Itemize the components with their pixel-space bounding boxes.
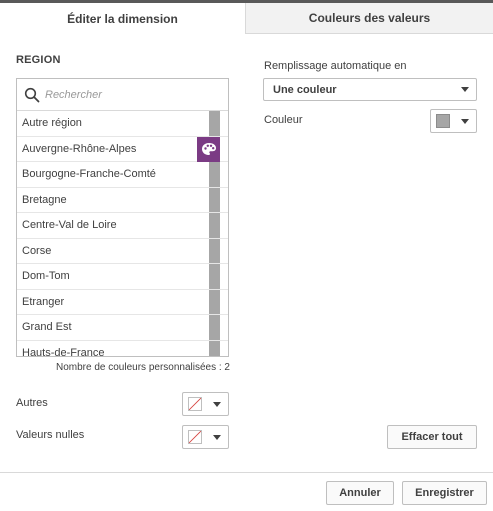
color-strip[interactable] [209, 238, 220, 263]
autofill-label: Remplissage automatique en [264, 60, 407, 72]
nulls-label: Valeurs nulles [16, 429, 85, 441]
tab-value-colors[interactable]: Couleurs des valeurs [246, 3, 493, 34]
list-item-label: Autre région [22, 117, 82, 129]
list-item[interactable]: Dom-Tom [17, 264, 228, 290]
value-list: Autre région Auvergne-Rhône-Alpes Bourgogn… [16, 78, 229, 357]
list-item[interactable]: Grand Est [17, 315, 228, 341]
color-label: Couleur [264, 114, 303, 126]
list-item-label: Dom-Tom [22, 270, 70, 282]
palette-icon [201, 143, 216, 155]
search-icon [24, 87, 40, 103]
list-item[interactable]: Etranger [17, 289, 228, 315]
list-item[interactable]: Bretagne [17, 187, 228, 213]
chevron-down-icon [461, 87, 469, 92]
color-swatch [436, 114, 450, 128]
list-item-label: Etranger [22, 295, 65, 308]
list-item-label: Bourgogne-Franche-Comté [22, 168, 156, 180]
list-item-label: Grand Est [22, 321, 72, 333]
tab-value-colors-label: Couleurs des valeurs [308, 11, 431, 25]
save-button[interactable]: Enregistrer [402, 481, 487, 505]
list-item[interactable]: Centre-Val de Loire [17, 213, 228, 239]
autofill-selected-value: Une couleur [273, 84, 337, 96]
clear-all-button[interactable]: Effacer tout [387, 425, 477, 449]
chevron-down-icon [213, 435, 221, 440]
list-item[interactable]: Bourgogne-Franche-Comté [17, 162, 228, 188]
no-color-swatch-icon [188, 430, 202, 444]
custom-color-count: Nombre de couleurs personnalisées : 2 [56, 362, 230, 373]
list-item-label: Auvergne-Rhône-Alpes [22, 142, 137, 155]
color-strip[interactable] [209, 111, 220, 136]
search-box[interactable] [17, 79, 228, 111]
palette-button[interactable] [197, 136, 220, 162]
color-selector[interactable] [430, 109, 477, 133]
color-strip[interactable] [209, 162, 220, 187]
color-strip[interactable] [209, 340, 220, 356]
others-color-selector[interactable] [182, 392, 229, 416]
footer-divider [0, 472, 493, 473]
list-item-label: Corse [22, 244, 52, 257]
color-strip[interactable] [209, 289, 220, 314]
list-item-label: Centre-Val de Loire [22, 219, 117, 231]
color-strip[interactable] [209, 264, 220, 289]
tab-edit-dimension[interactable]: Éditer la dimension [0, 3, 246, 34]
others-label: Autres [16, 397, 48, 409]
color-strip[interactable] [209, 213, 220, 238]
chevron-down-icon [213, 402, 221, 407]
search-input[interactable] [45, 87, 215, 103]
list-item[interactable]: Auvergne-Rhône-Alpes [17, 136, 228, 162]
no-color-swatch-icon [188, 397, 202, 411]
cancel-button[interactable]: Annuler [326, 481, 394, 505]
color-strip[interactable] [209, 187, 220, 212]
list-item-label: Bretagne [22, 193, 67, 206]
nulls-color-selector[interactable] [182, 425, 229, 449]
autofill-select[interactable]: Une couleur [263, 78, 477, 101]
list-item[interactable]: Autre région [17, 111, 228, 137]
chevron-down-icon [461, 119, 469, 124]
color-strip[interactable] [209, 315, 220, 340]
field-title: REGION [16, 54, 61, 66]
list-item-label: Hauts-de-France [22, 346, 105, 357]
list-item[interactable]: Corse [17, 238, 228, 264]
tab-edit-dimension-label: Éditer la dimension [67, 11, 178, 26]
list-item[interactable]: Hauts-de-France [17, 340, 228, 357]
